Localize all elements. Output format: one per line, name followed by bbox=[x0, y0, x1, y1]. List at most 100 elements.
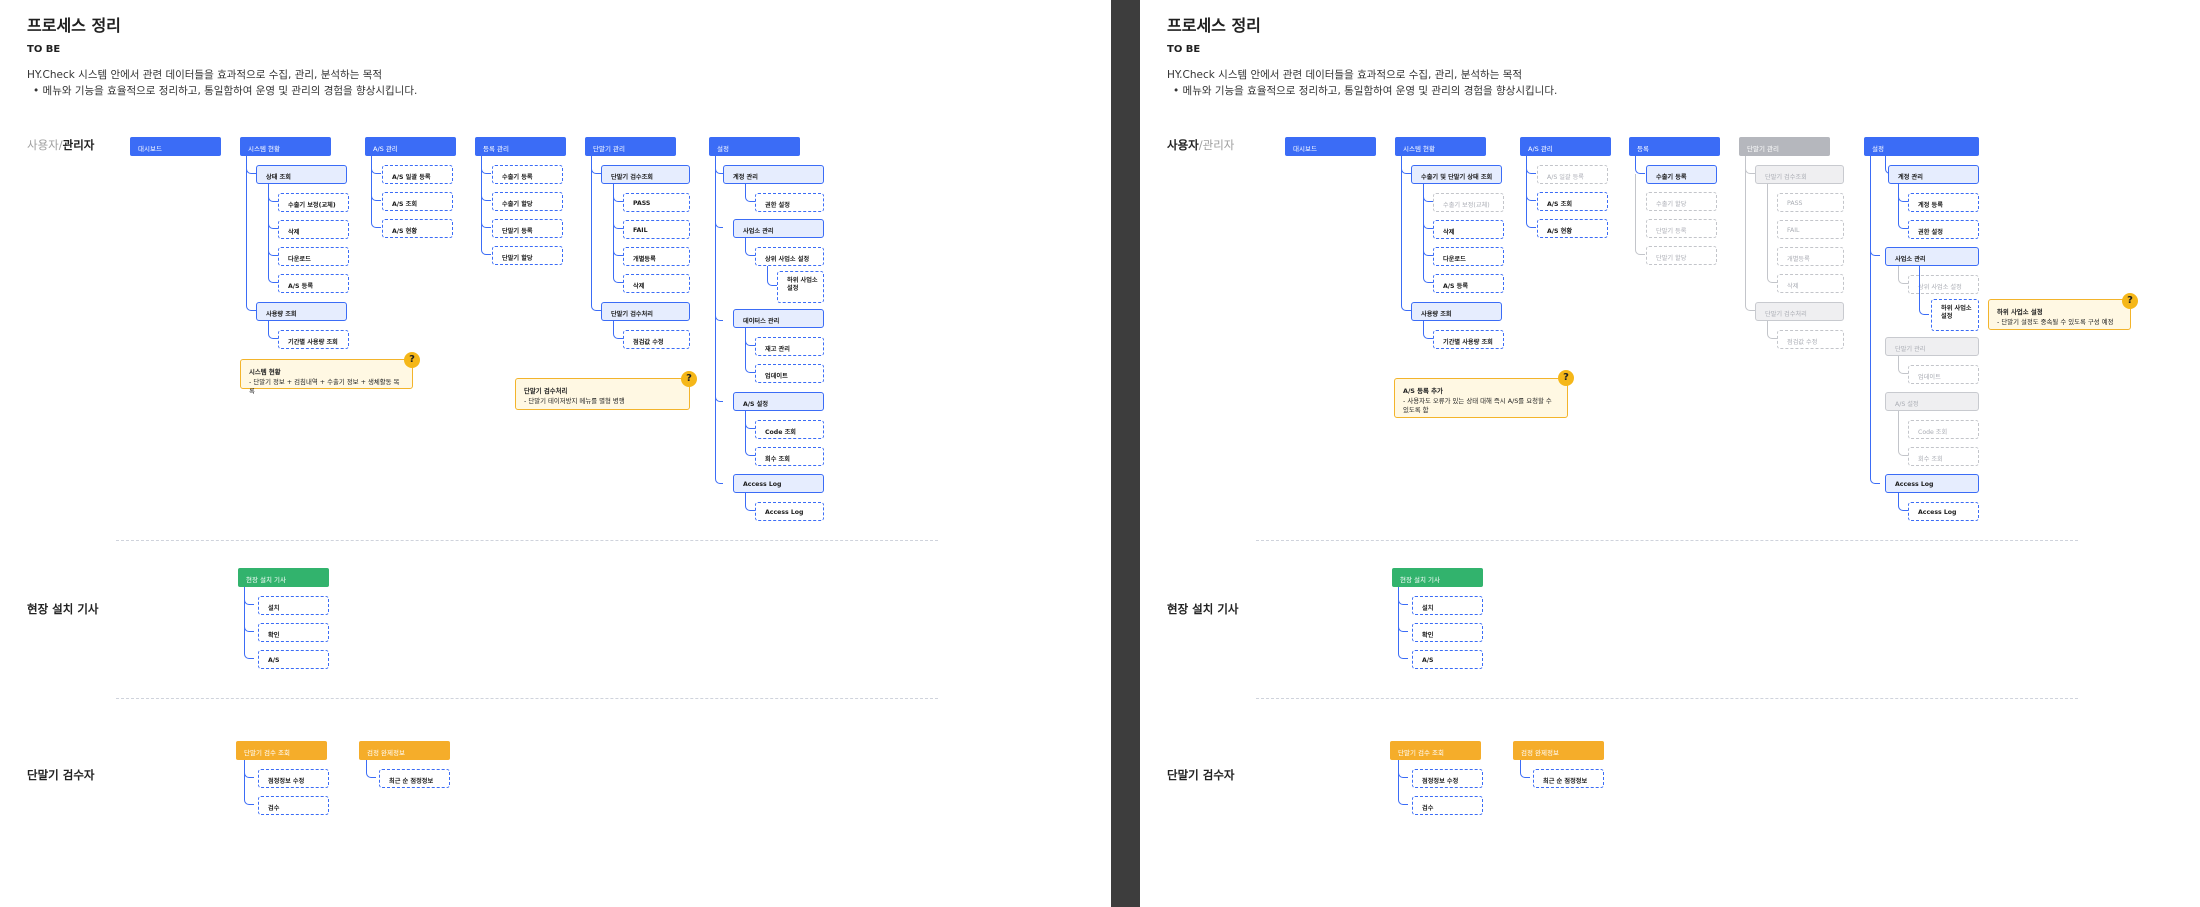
tree-node[interactable]: 사용량 조회 bbox=[1411, 302, 1502, 321]
tree-node[interactable]: 개별등록 bbox=[623, 247, 690, 266]
tree-node[interactable]: Access Log bbox=[1908, 502, 1979, 521]
tree-node[interactable]: 단말기 할당 bbox=[492, 246, 563, 265]
tree-node[interactable]: 검수 bbox=[258, 796, 329, 815]
tree-node[interactable]: 단말기 검수처리 bbox=[601, 302, 690, 321]
tree-node[interactable]: A/S 조회 bbox=[1537, 192, 1608, 211]
tree-node[interactable]: 업데이트 bbox=[1908, 365, 1979, 384]
root-inspection-result[interactable]: 검정 완제정보 bbox=[359, 741, 450, 760]
tree-node[interactable]: 점정정보 수정 bbox=[1412, 769, 1483, 788]
tree-node[interactable]: 수출기 보정(교체) bbox=[278, 193, 349, 212]
tree-node[interactable]: 재고 관리 bbox=[755, 337, 824, 356]
tree-node[interactable]: 단말기 관리 bbox=[1885, 337, 1979, 356]
tree-node[interactable]: 개별등록 bbox=[1777, 247, 1844, 266]
tree-node[interactable]: 삭제 bbox=[623, 274, 690, 293]
tree-node[interactable]: 설치 bbox=[1412, 596, 1483, 615]
tree-node[interactable]: A/S 설정 bbox=[733, 392, 824, 411]
tree-node[interactable]: 수출기 등록 bbox=[1646, 165, 1717, 184]
tree-node[interactable]: 데이터스 관리 bbox=[733, 309, 824, 328]
tree-node[interactable]: 단말기 검수조회 bbox=[1755, 165, 1844, 184]
tree-node[interactable]: PASS bbox=[1777, 193, 1844, 212]
root-as-management[interactable]: A/S 관리 bbox=[365, 137, 456, 156]
tree-node[interactable]: 단말기 할당 bbox=[1646, 246, 1717, 265]
tree-node[interactable]: 검수 bbox=[1412, 796, 1483, 815]
tree-node[interactable]: A/S 설정 bbox=[1885, 392, 1979, 411]
tree-node[interactable]: 수출기 할당 bbox=[492, 192, 563, 211]
tree-node[interactable]: 수출기 할당 bbox=[1646, 192, 1717, 211]
tree-node[interactable]: 단말기 검수조회 bbox=[601, 165, 690, 184]
root-terminal[interactable]: 단말기 관리 bbox=[585, 137, 676, 156]
tree-node[interactable]: 삭제 bbox=[1777, 274, 1844, 293]
tree-node[interactable]: 상태 조회 bbox=[256, 165, 347, 184]
root-settings[interactable]: 설정 bbox=[709, 137, 800, 156]
tree-node[interactable]: 확인 bbox=[258, 623, 329, 642]
tree-node[interactable]: 권한 설정 bbox=[755, 193, 824, 212]
tree-node[interactable]: FAIL bbox=[1777, 220, 1844, 239]
root-system-status[interactable]: 시스템 현황 bbox=[240, 137, 331, 156]
tree-node[interactable]: A/S 일괄 등록 bbox=[1537, 165, 1608, 184]
question-mark-icon[interactable]: ? bbox=[1558, 370, 1574, 386]
tree-node[interactable]: Access Log bbox=[733, 474, 824, 493]
tree-node[interactable]: 기간별 사용량 조회 bbox=[1433, 330, 1504, 349]
tree-node[interactable]: Code 조회 bbox=[755, 420, 824, 439]
tree-node[interactable]: FAIL bbox=[623, 220, 690, 239]
tree-node[interactable]: 사용량 조회 bbox=[256, 302, 347, 321]
tree-node[interactable]: 권한 설정 bbox=[1908, 220, 1979, 239]
question-mark-icon[interactable]: ? bbox=[681, 371, 697, 387]
tree-node[interactable]: 설치 bbox=[258, 596, 329, 615]
root-field-engineer[interactable]: 현장 설치 기사 bbox=[238, 568, 329, 587]
tree-node[interactable]: 수출기 및 단말기 상태 조회 bbox=[1411, 165, 1502, 184]
tree-node[interactable]: 수출기 등록 bbox=[492, 165, 563, 184]
question-mark-icon[interactable]: ? bbox=[2122, 293, 2138, 309]
root-settings[interactable]: 설정 bbox=[1864, 137, 1979, 156]
root-field-engineer[interactable]: 현장 설치 기사 bbox=[1392, 568, 1483, 587]
tree-node[interactable]: 단말기 검수처리 bbox=[1755, 302, 1844, 321]
tree-node[interactable]: 상위 사업소 설정 bbox=[755, 247, 824, 266]
tree-node[interactable]: 계정 관리 bbox=[1888, 165, 1979, 184]
root-dashboard[interactable]: 대시보드 bbox=[1285, 137, 1376, 156]
root-terminal[interactable]: 단말기 관리 bbox=[1739, 137, 1830, 156]
tree-node[interactable]: 기간별 사용량 조회 bbox=[278, 330, 349, 349]
tree-node[interactable]: Access Log bbox=[755, 502, 824, 521]
root-system-status[interactable]: 시스템 현황 bbox=[1395, 137, 1486, 156]
tree-node[interactable]: 확인 bbox=[1412, 623, 1483, 642]
root-registration[interactable]: 등록 bbox=[1629, 137, 1720, 156]
tree-node[interactable]: 회수 조회 bbox=[755, 447, 824, 466]
tree-node[interactable]: 최근 순 점정정보 bbox=[1533, 769, 1604, 788]
tree-node[interactable]: 하위 사업소 설정 bbox=[777, 271, 824, 303]
tree-node[interactable]: A/S 조회 bbox=[382, 192, 453, 211]
tree-node[interactable]: Access Log bbox=[1885, 474, 1979, 493]
tree-node[interactable]: A/S 현황 bbox=[382, 219, 453, 238]
root-as-management[interactable]: A/S 관리 bbox=[1520, 137, 1611, 156]
tree-node[interactable]: 사업소 관리 bbox=[733, 219, 824, 238]
tree-node[interactable]: A/S bbox=[258, 650, 329, 669]
tree-node[interactable]: 하위 사업소 설정 bbox=[1931, 299, 1979, 331]
tree-node[interactable]: 최근 순 점정정보 bbox=[379, 769, 450, 788]
tree-node[interactable]: 삭제 bbox=[1433, 220, 1504, 239]
root-registration[interactable]: 등록 관리 bbox=[475, 137, 566, 156]
tree-node[interactable]: Code 조회 bbox=[1908, 420, 1979, 439]
root-inspection[interactable]: 단말기 검수 조회 bbox=[236, 741, 327, 760]
tree-node[interactable]: 삭제 bbox=[278, 220, 349, 239]
tree-node[interactable]: A/S 현황 bbox=[1537, 219, 1608, 238]
tree-node[interactable]: 점검값 수정 bbox=[1777, 330, 1844, 349]
root-inspection[interactable]: 단말기 검수 조회 bbox=[1390, 741, 1481, 760]
tree-node[interactable]: A/S 등록 bbox=[1433, 274, 1504, 293]
tree-node[interactable]: 수출기 보정(교체) bbox=[1433, 193, 1504, 212]
tree-node[interactable]: 점정정보 수정 bbox=[258, 769, 329, 788]
tree-node[interactable]: 다운로드 bbox=[278, 247, 349, 266]
tree-node[interactable]: 업데이트 bbox=[755, 364, 824, 383]
tree-node[interactable]: PASS bbox=[623, 193, 690, 212]
tree-node[interactable]: 계정 등록 bbox=[1908, 193, 1979, 212]
tree-node[interactable]: A/S 등록 bbox=[278, 274, 349, 293]
tree-node[interactable]: 점검값 수정 bbox=[623, 330, 690, 349]
tree-node[interactable]: 단말기 등록 bbox=[492, 219, 563, 238]
tree-node[interactable]: 회수 조회 bbox=[1908, 447, 1979, 466]
tree-node[interactable]: 다운로드 bbox=[1433, 247, 1504, 266]
root-dashboard[interactable]: 대시보드 bbox=[130, 137, 221, 156]
tree-node[interactable]: 계정 관리 bbox=[723, 165, 824, 184]
tree-node[interactable]: 사업소 관리 bbox=[1885, 247, 1979, 266]
root-inspection-result[interactable]: 검정 완제정보 bbox=[1513, 741, 1604, 760]
tree-node[interactable]: 단말기 등록 bbox=[1646, 219, 1717, 238]
tree-node[interactable]: A/S bbox=[1412, 650, 1483, 669]
question-mark-icon[interactable]: ? bbox=[404, 352, 420, 368]
